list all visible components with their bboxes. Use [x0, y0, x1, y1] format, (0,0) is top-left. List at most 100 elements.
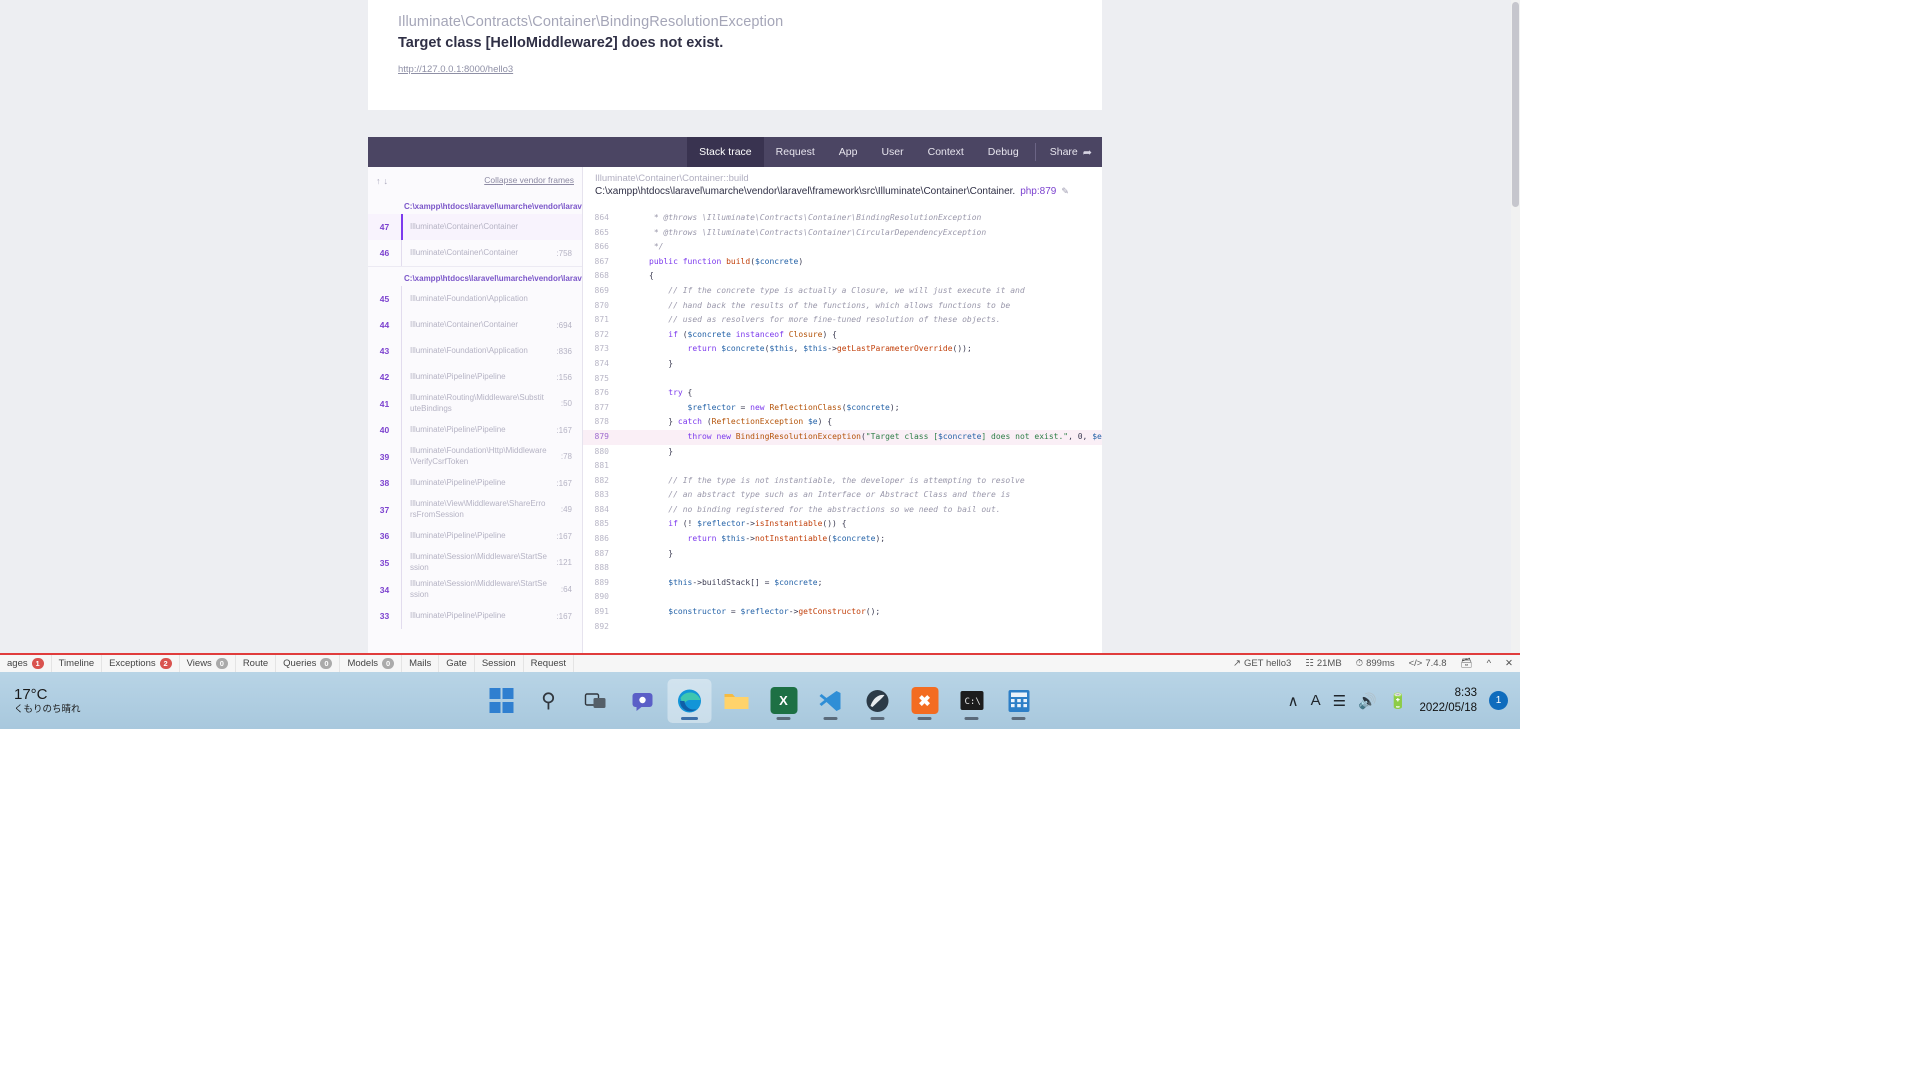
debugbar-item-timeline[interactable]: Timeline [52, 655, 103, 672]
code-line-number: 882 [594, 475, 609, 485]
excel-glyph: X [770, 687, 797, 714]
krita-glyph [866, 689, 889, 712]
table-row[interactable]: 36 Illuminate\Pipeline\Pipeline :167 [368, 523, 582, 549]
sort-arrows-icon[interactable]: ↑↓ [376, 176, 391, 186]
teams-chat-icon[interactable] [621, 679, 665, 723]
tab-request[interactable]: Request [764, 137, 827, 167]
frame-class: Illuminate\Foundation\Http\Middleware\Ve… [410, 446, 547, 466]
krita-icon[interactable] [856, 679, 900, 723]
tab-context[interactable]: Context [916, 137, 976, 167]
table-row[interactable]: 39 Illuminate\Foundation\Http\Middleware… [368, 443, 582, 470]
code-line-source: try { [668, 388, 693, 398]
debugbar-database-icon-btn[interactable]: 🗃 [1454, 655, 1480, 672]
debugbar-time[interactable]: ⏱ 899ms [1349, 655, 1402, 672]
table-row[interactable]: 42 Illuminate\Pipeline\Pipeline :156 [368, 364, 582, 390]
table-row[interactable]: 38 Illuminate\Pipeline\Pipeline :167 [368, 470, 582, 496]
edge-browser-icon[interactable] [667, 678, 712, 723]
tab-debug[interactable]: Debug [976, 137, 1031, 167]
debugbar-close-btn[interactable]: ✕ [1498, 655, 1520, 672]
share-button[interactable]: Share ➦ [1040, 137, 1102, 167]
table-row[interactable]: 44 Illuminate\Container\Container :694 [368, 312, 582, 338]
debugbar-route-info[interactable]: ↗ GET hello3 [1226, 655, 1298, 672]
debugbar-php-label: 7.4.8 [1425, 658, 1447, 669]
code-line: 866 */ [583, 240, 1102, 255]
code-line-source [621, 590, 1102, 605]
debugbar-item-mails[interactable]: Mails [402, 655, 440, 672]
debugbar-item-messages[interactable]: ages 1 [0, 655, 52, 672]
weather-widget[interactable]: 17°C くもりのち晴れ [0, 686, 170, 716]
clock[interactable]: 8:33 2022/05/18 [1419, 686, 1477, 716]
speaker-icon[interactable]: 🔊 [1358, 692, 1377, 710]
start-windows-icon[interactable] [480, 679, 524, 723]
code-line: 873 return $concrete($this, $this->getLa… [583, 342, 1102, 357]
table-row[interactable]: 46 Illuminate\Container\Container :758 [368, 240, 582, 266]
table-row[interactable]: 35 Illuminate\Session\Middleware\StartSe… [368, 549, 582, 576]
debugbar-item-models[interactable]: Models 0 [340, 655, 403, 672]
debugbar-minimize-btn[interactable]: ^ [1480, 655, 1498, 672]
wifi-icon[interactable]: ☰ [1333, 692, 1346, 710]
battery-icon[interactable]: 🔋 [1389, 692, 1408, 710]
table-row[interactable]: 37 Illuminate\View\Middleware\ShareError… [368, 496, 582, 523]
vscode-glyph [819, 690, 841, 711]
file-explorer-icon[interactable] [715, 679, 759, 723]
frame-line: :758 [556, 248, 572, 258]
viewport-scrollbar[interactable] [1511, 0, 1520, 653]
search-icon[interactable]: ⚲ [527, 679, 571, 723]
code-line-source: { [649, 271, 654, 281]
frame-line: :156 [556, 372, 572, 382]
code-line-number: 892 [594, 621, 609, 631]
debugbar-memory[interactable]: ☷ 21MB [1298, 655, 1348, 672]
stack-frames-list[interactable]: ↑↓ Collapse vendor frames C:\xampp\htdoc… [368, 167, 583, 653]
debugbar-item-queries[interactable]: Queries 0 [276, 655, 341, 672]
debugbar-label: Gate [446, 658, 467, 669]
excel-icon[interactable]: X [762, 679, 806, 723]
code-lines[interactable]: 864 * @throws \Illuminate\Contracts\Cont… [583, 211, 1102, 653]
code-line-source: public function build($concrete) [649, 256, 804, 266]
task-view-icon[interactable] [574, 679, 618, 723]
frame-accent-bar [401, 364, 402, 390]
table-row[interactable]: 47 Illuminate\Container\Container [368, 214, 582, 240]
frame-class: Illuminate\Pipeline\Pipeline [410, 371, 506, 381]
scrollbar-thumb[interactable] [1512, 2, 1519, 207]
table-row[interactable]: 33 Illuminate\Pipeline\Pipeline :167 [368, 603, 582, 629]
debugbar-item-session[interactable]: Session [475, 655, 524, 672]
tab-stack-trace[interactable]: Stack trace [687, 137, 764, 167]
debugbar-item-request[interactable]: Request [524, 655, 575, 672]
request-url-link[interactable]: http://127.0.0.1:8000/hello3 [398, 64, 513, 75]
code-line-number: 876 [594, 388, 609, 398]
tab-app[interactable]: App [827, 137, 870, 167]
table-row[interactable]: 43 Illuminate\Foundation\Application :83… [368, 338, 582, 364]
terminal-icon[interactable]: C:\ [950, 679, 994, 723]
pencil-edit-icon[interactable]: ✎ [1061, 186, 1069, 197]
xampp-icon[interactable]: ✖ [903, 679, 947, 723]
chevron-up-icon[interactable]: ∧ [1288, 692, 1299, 710]
debugbar-label: Timeline [58, 658, 95, 669]
frame-number: 36 [379, 531, 390, 541]
ime-language-icon[interactable]: A [1311, 692, 1321, 709]
debugbar-item-route[interactable]: Route [236, 655, 277, 672]
frame-accent-bar [401, 286, 402, 312]
debugbar-item-gate[interactable]: Gate [439, 655, 475, 672]
debugbar-item-views[interactable]: Views 0 [180, 655, 236, 672]
code-line: 886 return $this->notInstantiable($concr… [583, 532, 1102, 547]
folder-glyph [724, 693, 749, 709]
vscode-icon[interactable] [809, 679, 853, 723]
debugbar-label: Queries [283, 658, 317, 669]
table-row[interactable]: 40 Illuminate\Pipeline\Pipeline :167 [368, 417, 582, 443]
code-line-source: // an abstract type such as an Interface… [649, 490, 1011, 500]
debugbar-php-version[interactable]: </> 7.4.8 [1402, 655, 1454, 672]
table-row[interactable]: 45 Illuminate\Foundation\Application [368, 286, 582, 312]
frame-accent-bar [401, 240, 402, 266]
debugbar-label: Route [242, 658, 269, 669]
debugbar-item-exceptions[interactable]: Exceptions 2 [102, 655, 180, 672]
tab-user[interactable]: User [869, 137, 915, 167]
calculator-icon[interactable] [997, 679, 1041, 723]
close-icon: ✕ [1505, 658, 1513, 669]
notification-badge[interactable]: 1 [1489, 691, 1508, 710]
table-row[interactable]: 34 Illuminate\Session\Middleware\StartSe… [368, 576, 582, 603]
status-badge: 0 [320, 658, 333, 669]
frame-line: :694 [556, 320, 572, 330]
collapse-vendor-frames-link[interactable]: Collapse vendor frames [484, 175, 574, 185]
debugbar-left-items: ages 1 Timeline Exceptions 2 Views 0 Rou… [0, 655, 575, 672]
table-row[interactable]: 41 Illuminate\Routing\Middleware\Substit… [368, 390, 582, 417]
